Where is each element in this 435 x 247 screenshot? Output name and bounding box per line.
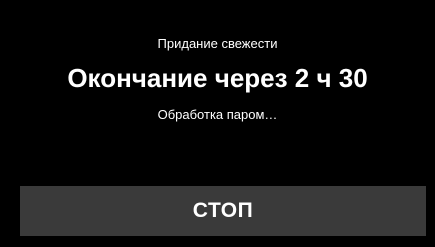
appliance-display: Придание свежести Окончание через 2 ч 30… bbox=[0, 0, 435, 247]
stop-button[interactable]: СТОП bbox=[20, 186, 426, 236]
remaining-time-label: Окончание через 2 ч 30 bbox=[67, 63, 368, 93]
program-mode-label: Придание свежести bbox=[157, 36, 278, 51]
program-status-text: Обработка паром… bbox=[157, 107, 278, 122]
